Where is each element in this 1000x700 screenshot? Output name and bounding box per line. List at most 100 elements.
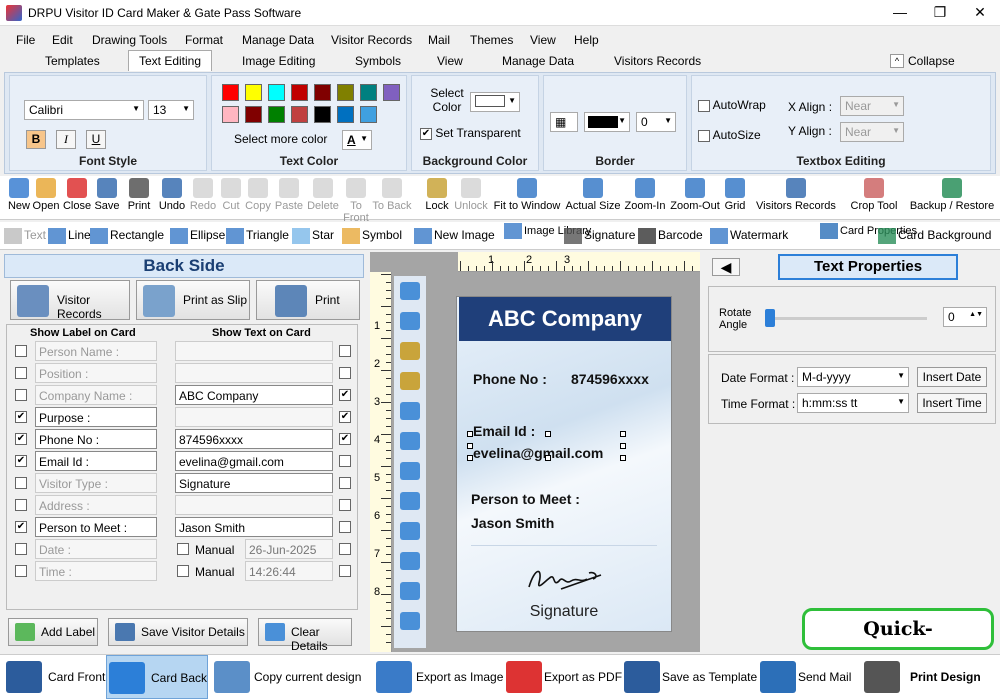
show-text-checkbox[interactable]: ✔ [339,389,351,401]
toolbar-redo-button[interactable]: Redo [188,178,218,212]
rotate-slider-thumb[interactable] [765,309,775,327]
tool-rectangle[interactable]: Rectangle [90,228,164,244]
y-align-select[interactable]: Near ▼ [840,122,904,142]
toolbar-lock-button[interactable]: Lock [424,178,450,212]
underline-button[interactable]: U [86,130,106,149]
tab-manage-data[interactable]: Manage Data [502,54,574,68]
field-text-3[interactable] [175,407,333,427]
color-swatch[interactable] [268,84,285,101]
align-center-icon[interactable] [400,522,420,540]
bold-button[interactable]: B [26,130,46,149]
toolbar-close-button[interactable]: Close [62,178,92,212]
ungroup-icon[interactable] [400,312,420,330]
field-label-6[interactable]: Visitor Type : [35,473,157,493]
move-icon[interactable] [400,582,420,600]
field-text-10[interactable]: 14:26:44 [245,561,333,581]
tool-star[interactable]: Star [292,228,334,244]
show-text-checkbox[interactable] [339,543,351,555]
toolbar-zoom-out-button[interactable]: Zoom-Out [668,178,722,212]
field-label-1[interactable]: Position : [35,363,157,383]
border-style-select[interactable]: ▦ [550,112,578,132]
lock-icon[interactable] [400,342,420,360]
toolbar-visitors-records-button[interactable]: Visitors Records [754,178,838,212]
print-design-button[interactable]: Print Design [862,655,996,699]
toolbar-open-button[interactable]: Open [32,178,60,212]
tool-card-background[interactable]: Card Background [878,228,991,244]
toolbar-grid-button[interactable]: Grid [722,178,748,212]
selection-handle[interactable] [620,443,626,449]
tab-view[interactable]: View [437,54,463,68]
align-right-icon[interactable] [400,432,420,450]
show-text-checkbox[interactable]: ✔ [339,433,351,445]
copy-design-button[interactable]: Copy current design [212,655,368,699]
field-text-1[interactable] [175,363,333,383]
show-label-checkbox[interactable] [15,345,27,357]
field-label-3[interactable]: Purpose : [35,407,157,427]
toolbar-print-button[interactable]: Print [124,178,154,212]
close-window-button[interactable]: ✕ [970,3,990,21]
italic-button[interactable]: I [56,130,76,149]
set-transparent[interactable]: ✔ Set Transparent [420,126,521,140]
x-align-select[interactable]: Near ▼ [840,96,904,116]
font-size-select[interactable]: 13 ▼ [148,100,194,120]
toolbar-backup-restore-button[interactable]: Backup / Restore [906,178,998,212]
menu-format[interactable]: Format [185,33,223,47]
selection-handle[interactable] [545,455,551,461]
tool-text[interactable]: Text [4,228,46,244]
tab-image-editing[interactable]: Image Editing [242,54,315,68]
card-phone-label[interactable]: Phone No : [473,371,547,387]
tool-line[interactable]: Line [48,228,91,244]
field-label-2[interactable]: Company Name : [35,385,157,405]
card-email-value[interactable]: evelina@gmail.com [473,445,603,461]
font-color-picker[interactable]: A ▼ [342,130,372,150]
autosize-checkbox[interactable] [698,129,710,142]
print-button[interactable]: Print [256,280,360,320]
color-swatch[interactable] [245,84,262,101]
field-label-7[interactable]: Address : [35,495,157,515]
visitor-records-button[interactable]: Visitor Records [10,280,130,321]
insert-date-button[interactable]: Insert Date [917,367,987,387]
tool-triangle[interactable]: Triangle [226,228,289,244]
export-pdf-button[interactable]: Export as PDF [504,655,622,699]
show-label-checkbox[interactable] [15,499,27,511]
card-company[interactable]: ABC Company [459,297,671,341]
tool-barcode[interactable]: Barcode [638,228,703,244]
collapse-button[interactable]: Collapse [908,54,955,68]
card-signature-label[interactable]: Signature [457,603,671,621]
print-as-slip-button[interactable]: Print as Slip [136,280,250,320]
tool-symbol[interactable]: Symbol [342,228,402,244]
color-swatch[interactable] [314,106,331,123]
color-swatch[interactable] [314,84,331,101]
collapse-icon[interactable]: ^ [890,54,904,68]
send-mail-button[interactable]: Send Mail [758,655,854,699]
toolbar-undo-button[interactable]: Undo [156,178,188,212]
toolbar-to-back-button[interactable]: To Back [372,178,412,212]
color-swatch[interactable] [245,106,262,123]
show-label-checkbox[interactable] [15,389,27,401]
field-text-0[interactable] [175,341,333,361]
field-text-5[interactable]: evelina@gmail.com [175,451,333,471]
back-arrow-button[interactable]: ◀ [712,258,740,276]
card-back-button[interactable]: Card Back [106,655,208,699]
toolbar-crop-tool-button[interactable]: Crop Tool [846,178,902,212]
unlock-icon[interactable] [400,372,420,390]
selection-handle[interactable] [467,455,473,461]
transparent-checkbox[interactable]: ✔ [420,127,432,140]
date-format-select[interactable]: M-d-yyyy ▼ [797,367,909,387]
align-top-icon[interactable] [400,462,420,480]
menu-view[interactable]: View [530,33,556,47]
autosize-option[interactable]: AutoSize [698,128,761,142]
signature-image[interactable] [521,561,611,597]
show-text-checkbox[interactable]: ✔ [339,411,351,423]
zoom-icon[interactable] [400,612,420,630]
time-format-select[interactable]: h:mm:ss tt ▼ [797,393,909,413]
field-label-9[interactable]: Date : [35,539,157,559]
manual-checkbox[interactable] [177,543,189,555]
toolbar-paste-button[interactable]: Paste [274,178,304,212]
selection-handle[interactable] [620,455,626,461]
field-text-2[interactable]: ABC Company [175,385,333,405]
color-swatch[interactable] [222,106,239,123]
restore-button[interactable]: ❐ [930,3,950,21]
show-text-checkbox[interactable] [339,565,351,577]
add-label-button[interactable]: Add Label [8,618,98,646]
